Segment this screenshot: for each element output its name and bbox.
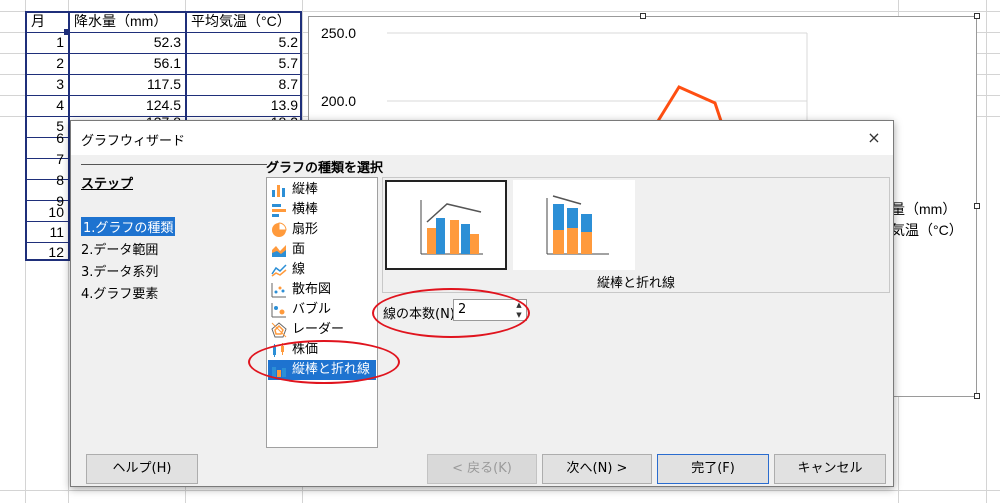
cell-month[interactable]: 7 — [27, 149, 68, 170]
chart-type-label: レーダー — [292, 322, 345, 337]
steps-divider — [81, 164, 267, 165]
chart-type-label: 面 — [292, 242, 306, 257]
chart-type-item-line[interactable]: 線 — [268, 260, 376, 280]
cell-month[interactable]: 4 — [27, 95, 68, 116]
chart-type-heading: グラフの種類を選択 — [266, 161, 384, 176]
chart-resize-handle[interactable] — [974, 393, 980, 399]
chart-type-item-scatter[interactable]: 散布図 — [268, 280, 376, 300]
variant-column-and-line[interactable] — [385, 180, 507, 270]
chart-type-item-pie[interactable]: 扇形 — [268, 220, 376, 240]
chart-type-label: 横棒 — [292, 202, 319, 217]
chart-type-item-column[interactable]: 縦棒 — [268, 180, 376, 200]
back-button[interactable]: < 戻る(K) — [427, 454, 537, 484]
radar-chart-icon — [271, 322, 287, 338]
cell-month[interactable]: 10 — [27, 202, 68, 223]
step-data-series[interactable]: 3.データ系列 — [81, 261, 158, 280]
bar-chart-icon — [272, 204, 286, 217]
steps-heading: ステップ — [81, 177, 134, 192]
grid-line — [0, 490, 1000, 491]
dialog-title: グラフウィザード — [81, 134, 186, 149]
chart-type-item-radar[interactable]: レーダー — [268, 320, 376, 340]
legend-entry-rainfall: 量（mm） — [891, 201, 957, 217]
chart-type-label: 扇形 — [292, 222, 319, 237]
step-chart-type[interactable]: 1.グラフの種類 — [81, 217, 176, 236]
cancel-button[interactable]: キャンセル — [774, 454, 886, 484]
chart-type-label: 散布図 — [292, 282, 332, 297]
chart-resize-handle[interactable] — [974, 13, 980, 19]
cell-month[interactable]: 2 — [27, 53, 68, 74]
chart-type-label: 縦棒 — [292, 182, 319, 197]
step-data-range[interactable]: 2.データ範囲 — [81, 239, 158, 258]
cell-month[interactable]: 11 — [27, 222, 68, 243]
cell-rainfall[interactable]: 52.3 — [70, 32, 185, 53]
cell-temperature[interactable]: 5.2 — [187, 32, 302, 53]
variant-stacked-column-and-line[interactable] — [513, 180, 635, 270]
chart-type-item-bar[interactable]: 横棒 — [268, 200, 376, 220]
legend-entry-temperature: 気温（°C） — [891, 222, 963, 238]
dialog-titlebar[interactable]: グラフウィザード × — [71, 121, 893, 155]
annotation-ellipse — [248, 340, 400, 384]
column-header-rainfall[interactable]: 降水量（mm） — [70, 11, 185, 32]
stacked-column-and-line-preview-icon — [546, 195, 609, 255]
grid-line — [986, 0, 987, 503]
column-header-temperature[interactable]: 平均気温（°C） — [187, 11, 302, 32]
scatter-chart-icon — [271, 283, 286, 298]
chart-resize-handle[interactable] — [640, 13, 646, 19]
help-button[interactable]: ヘルプ(H) — [86, 454, 198, 484]
line-chart-icon — [271, 264, 287, 277]
cell-month[interactable]: 6 — [27, 128, 68, 149]
chart-type-item-bubble[interactable]: バブル — [268, 300, 376, 320]
cell-month[interactable]: 8 — [27, 170, 68, 191]
cell-rainfall[interactable]: 117.5 — [70, 74, 185, 95]
chart-type-list[interactable]: 縦棒 横棒 扇形 面 線 散布図 バブル レーダー 株価 縦棒と折れ線 — [266, 177, 378, 448]
cell-month[interactable]: 3 — [27, 74, 68, 95]
bubble-chart-icon — [271, 303, 286, 318]
column-and-line-preview-icon — [420, 200, 483, 255]
area-chart-icon — [272, 245, 286, 257]
chart-type-label: 線 — [292, 262, 306, 277]
close-icon[interactable]: × — [861, 125, 887, 151]
annotation-ellipse — [372, 288, 530, 338]
next-button[interactable]: 次へ(N) > — [542, 454, 652, 484]
finish-button[interactable]: 完了(F) — [657, 454, 769, 484]
chart-type-item-area[interactable]: 面 — [268, 240, 376, 260]
pie-chart-icon — [272, 222, 287, 237]
chart-type-label: バブル — [292, 302, 332, 317]
column-header-month[interactable]: 月 — [27, 11, 68, 32]
cell-temperature[interactable]: 8.7 — [187, 74, 302, 95]
chart-resize-handle[interactable] — [974, 203, 980, 209]
cell-month[interactable]: 1 — [27, 32, 68, 53]
temperature-series-line — [656, 85, 723, 122]
step-chart-elements[interactable]: 4.グラフ要素 — [81, 283, 158, 302]
column-chart-icon — [272, 185, 285, 197]
active-cell-marker — [64, 29, 70, 35]
cell-month[interactable]: 12 — [27, 242, 68, 263]
chart-variant-panel: 縦棒と折れ線 — [382, 177, 890, 293]
cell-rainfall[interactable]: 56.1 — [70, 53, 185, 74]
cell-temperature[interactable]: 5.7 — [187, 53, 302, 74]
